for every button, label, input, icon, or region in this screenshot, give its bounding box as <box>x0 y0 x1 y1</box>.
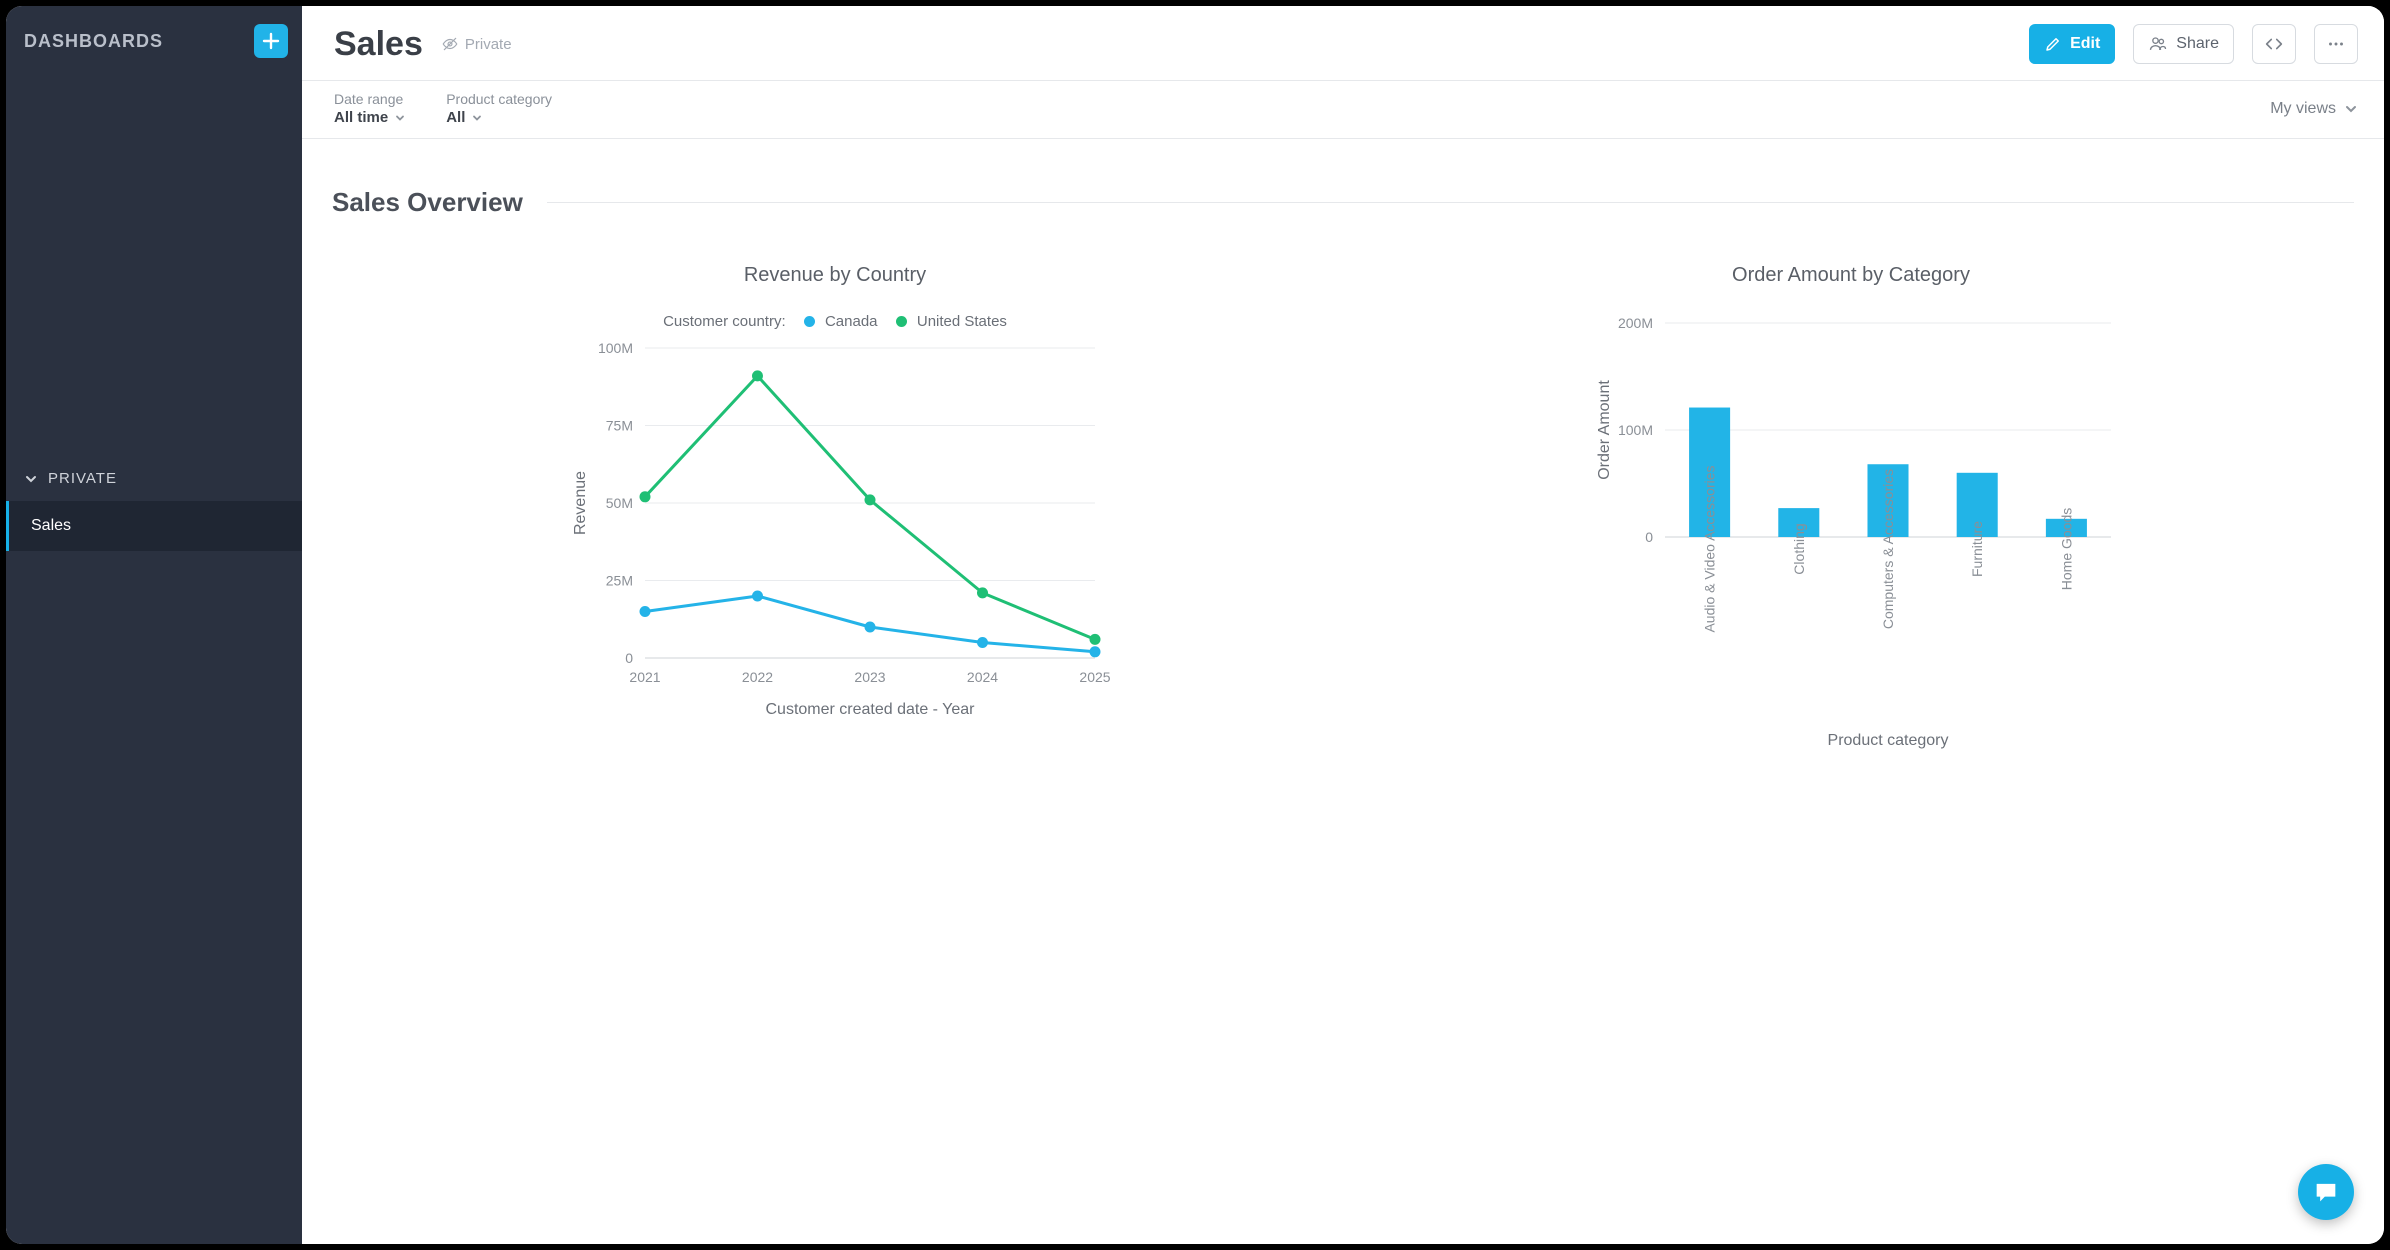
svg-text:Audio & Video Accessories: Audio & Video Accessories <box>1702 465 1718 632</box>
svg-text:Revenue: Revenue <box>572 471 589 535</box>
chat-icon <box>2312 1178 2340 1206</box>
sidebar: DASHBOARDS PRIVATE Sales <box>6 6 302 1244</box>
pencil-icon <box>2044 35 2062 53</box>
eye-off-icon <box>441 35 459 53</box>
svg-text:25M: 25M <box>606 573 633 589</box>
svg-text:Computers & Accessories: Computers & Accessories <box>1880 469 1896 629</box>
dots-icon <box>2325 33 2347 55</box>
edit-button[interactable]: Edit <box>2029 24 2115 64</box>
more-button[interactable] <box>2314 24 2358 64</box>
svg-text:2024: 2024 <box>967 669 998 685</box>
bar-chart-svg: 0 100M 200M Audio & Video Accessories Clothi… <box>1581 313 2121 757</box>
section-title: Sales Overview <box>332 187 523 218</box>
plus-icon <box>262 32 280 50</box>
share-button[interactable]: Share <box>2133 24 2234 64</box>
chevron-down-icon <box>471 112 483 124</box>
legend-label-us: United States <box>917 313 1007 330</box>
visibility-badge: Private <box>441 35 512 53</box>
chart-title: Revenue by Country <box>332 264 1338 287</box>
page-title: Sales <box>334 25 423 64</box>
svg-text:50M: 50M <box>606 495 633 511</box>
main-area: Sales Private Edit Share Dat <box>302 6 2384 1244</box>
users-icon <box>2148 34 2168 54</box>
svg-text:0: 0 <box>1645 529 1653 545</box>
filter-date-range[interactable]: Date range All time <box>334 91 406 126</box>
line-chart-svg: 0 25M 50M 75M 100M 2021 2022 2023 2024 2025 Custom… <box>555 338 1115 728</box>
my-views-dropdown[interactable]: My views <box>2270 100 2358 118</box>
chart-order-amount-by-category: Order Amount by Category 0 100M 200M Audio … <box>1348 264 2354 757</box>
code-icon <box>2263 33 2285 55</box>
help-chat-button[interactable] <box>2298 1164 2354 1220</box>
svg-text:2021: 2021 <box>629 669 660 685</box>
filter-label: Product category <box>446 91 552 107</box>
sidebar-section-label: PRIVATE <box>48 470 117 487</box>
svg-text:2023: 2023 <box>854 669 885 685</box>
edit-label: Edit <box>2070 35 2100 53</box>
my-views-label: My views <box>2270 100 2336 118</box>
svg-text:100M: 100M <box>598 340 633 356</box>
svg-text:Customer created date - Year: Customer created date - Year <box>765 701 975 718</box>
filters-bar: Date range All time Product category All… <box>302 81 2384 139</box>
legend-label-canada: Canada <box>825 313 878 330</box>
sidebar-item-sales[interactable]: Sales <box>6 501 302 551</box>
svg-text:2025: 2025 <box>1079 669 1110 685</box>
filter-value: All <box>446 109 465 126</box>
legend-title: Customer country: <box>663 313 786 330</box>
svg-text:Order Amount: Order Amount <box>1596 380 1613 480</box>
section-rule <box>547 202 2354 203</box>
chevron-down-icon <box>394 112 406 124</box>
filter-product-category[interactable]: Product category All <box>446 91 552 126</box>
embed-button[interactable] <box>2252 24 2296 64</box>
filter-value: All time <box>334 109 388 126</box>
legend-swatch-us <box>896 316 907 327</box>
svg-text:Furniture: Furniture <box>1969 521 1985 577</box>
svg-text:Clothing: Clothing <box>1791 523 1807 574</box>
topbar: Sales Private Edit Share <box>302 6 2384 81</box>
chart-revenue-by-country: Revenue by Country Customer country: Can… <box>332 264 1338 757</box>
svg-text:0: 0 <box>625 650 633 666</box>
svg-text:100M: 100M <box>1618 422 1653 438</box>
share-label: Share <box>2176 35 2219 53</box>
chart-legend: Customer country: Canada United States <box>332 313 1338 330</box>
add-dashboard-button[interactable] <box>254 24 288 58</box>
chart-title: Order Amount by Category <box>1348 264 2354 287</box>
chevron-down-icon <box>2344 102 2358 116</box>
svg-text:2022: 2022 <box>742 669 773 685</box>
svg-text:200M: 200M <box>1618 315 1653 331</box>
svg-text:75M: 75M <box>606 418 633 434</box>
sidebar-section-private[interactable]: PRIVATE <box>6 456 302 501</box>
sidebar-item-label: Sales <box>31 517 71 534</box>
chevron-down-icon <box>24 472 38 486</box>
svg-text:Product category: Product category <box>1828 732 1949 749</box>
legend-swatch-canada <box>804 316 815 327</box>
sidebar-heading: DASHBOARDS <box>24 31 163 52</box>
svg-text:Home Goods: Home Goods <box>2058 508 2074 590</box>
visibility-label: Private <box>465 36 512 53</box>
dashboard-content: Sales Overview Revenue by Country Custom… <box>302 139 2384 1244</box>
filter-label: Date range <box>334 91 406 107</box>
